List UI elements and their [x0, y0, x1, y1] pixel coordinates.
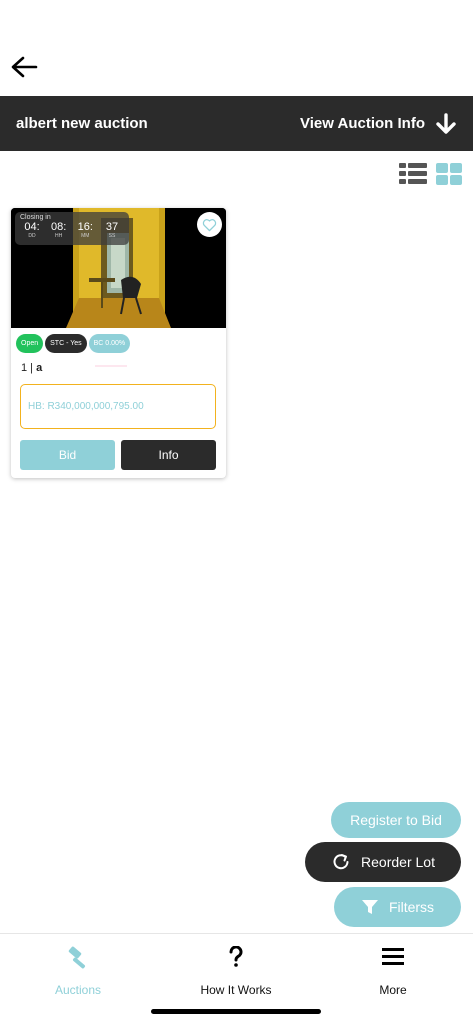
- timer-minutes-unit: MM: [81, 233, 90, 239]
- lot-badges: Open STC - Yes BC 0.00%: [16, 334, 131, 353]
- lot-name: a: [36, 362, 43, 374]
- list-view-icon: [399, 163, 427, 184]
- arrow-down-icon: [436, 112, 456, 134]
- filter-label: Filterss: [388, 899, 435, 915]
- closing-timer: Closing in 04: DD 08: HH 16: MM 37 SS: [15, 212, 129, 245]
- auction-header: albert new auction View Auction Info: [0, 96, 473, 151]
- view-auction-info-label: View Auction Info: [299, 115, 425, 132]
- lot-title: 1 | a: [21, 362, 42, 374]
- bc-badge: BC 0.00%: [88, 334, 131, 353]
- timer-hours: 08:: [51, 221, 67, 233]
- menu-icon: [382, 948, 404, 965]
- register-to-bid-button[interactable]: Register to Bid: [331, 802, 461, 838]
- tab-more-label: More: [379, 983, 407, 997]
- timer-seconds: 37: [105, 221, 119, 233]
- grid-view-toggle[interactable]: [435, 162, 463, 186]
- arrow-left-icon: [11, 56, 38, 78]
- lot-number: 1 |: [21, 362, 34, 374]
- home-indicator: [151, 1009, 321, 1014]
- timer-seconds-unit: SS: [108, 233, 116, 239]
- favorite-button[interactable]: [197, 212, 222, 237]
- highest-bid-value: HB: R340,000,000,795.00: [28, 401, 144, 412]
- tab-auctions-label: Auctions: [54, 983, 102, 997]
- refresh-icon: [333, 854, 349, 870]
- question-icon: [229, 946, 243, 967]
- heart-outline-icon: [202, 218, 217, 231]
- view-toggle-group: [399, 162, 463, 186]
- timer-days-unit: DD: [28, 233, 36, 239]
- tab-how-it-works-label: How It Works: [200, 983, 272, 997]
- highest-bid-field: HB: R340,000,000,795.00: [20, 384, 216, 429]
- back-button[interactable]: [8, 52, 40, 82]
- bid-button[interactable]: Bid: [20, 440, 115, 470]
- auction-title: albert new auction: [16, 115, 148, 132]
- timer-hours-unit: HH: [55, 233, 63, 239]
- tab-more[interactable]: More: [338, 944, 448, 997]
- timer-minutes: 16:: [77, 221, 93, 233]
- grid-view-icon: [436, 163, 462, 185]
- reorder-lot-label: Reorder Lot: [361, 854, 435, 870]
- status-badge: Open: [16, 334, 44, 353]
- gavel-icon: [68, 946, 86, 969]
- auction-lots-screen: albert new auction View Auction Info Clo…: [0, 0, 473, 1024]
- info-button[interactable]: Info: [121, 440, 216, 470]
- filter-icon: [361, 900, 378, 914]
- lot-card[interactable]: Closing in 04: DD 08: HH 16: MM 37 SS Op…: [11, 208, 226, 478]
- stc-badge: STC - Yes: [45, 334, 87, 353]
- filter-button[interactable]: Filterss: [334, 887, 461, 927]
- closing-label: Closing in: [20, 214, 51, 221]
- reorder-lot-button[interactable]: Reorder Lot: [305, 842, 461, 882]
- tab-auctions[interactable]: Auctions: [23, 944, 133, 997]
- timer-days: 04:: [24, 221, 40, 233]
- bc-underline-decoration: [95, 365, 127, 367]
- view-auction-info-button[interactable]: View Auction Info: [299, 112, 457, 135]
- tab-how-it-works[interactable]: How It Works: [181, 944, 291, 997]
- lot-image[interactable]: Closing in 04: DD 08: HH 16: MM 37 SS: [11, 208, 226, 328]
- list-view-toggle[interactable]: [399, 162, 427, 186]
